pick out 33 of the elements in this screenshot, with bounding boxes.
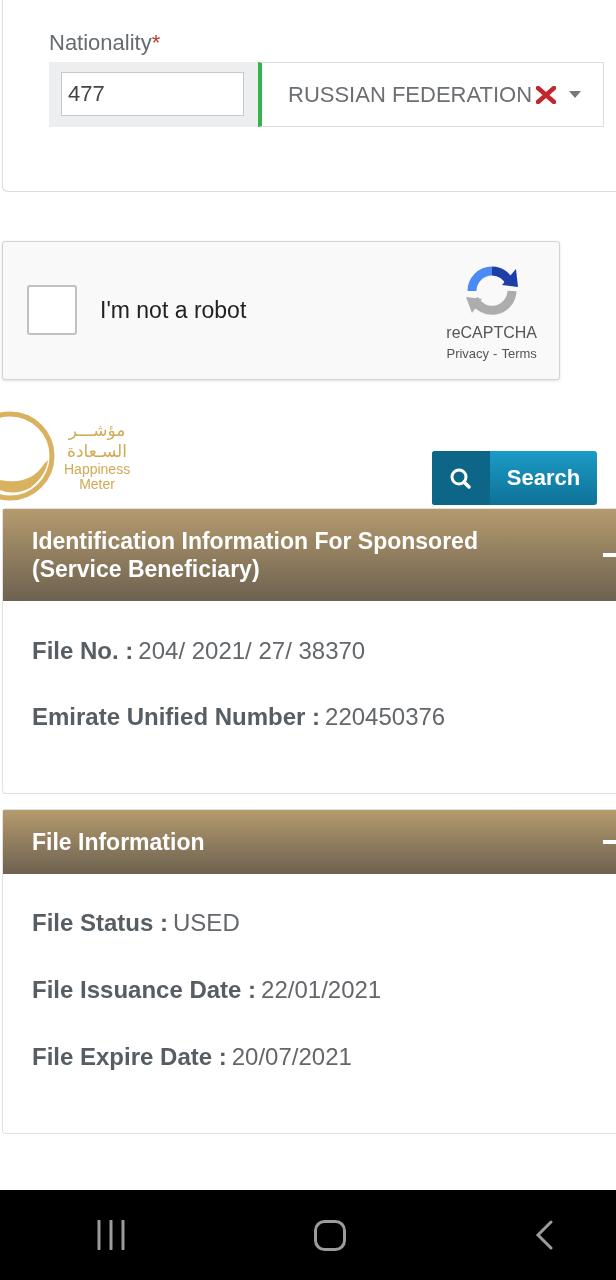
field-label: Nationality xyxy=(49,30,152,56)
logo-arabic-text: السـعادة xyxy=(67,441,128,462)
field-label: File No. : xyxy=(32,636,134,666)
privacy-link[interactable]: Privacy xyxy=(446,344,490,363)
field-label: File Status : xyxy=(32,908,169,938)
clear-icon[interactable] xyxy=(536,85,557,104)
checkbox-label: I'm not a robot xyxy=(100,297,248,324)
back-icon[interactable] xyxy=(535,1220,553,1250)
logo-arabic-text: مؤشـــر xyxy=(68,420,126,441)
panel-title: Identification Information For Sponsored (Service Beneficiary) xyxy=(32,527,479,583)
link-separator: - xyxy=(493,344,498,363)
field-value: USED xyxy=(173,908,240,938)
field-value: 220450376 xyxy=(325,702,446,732)
panel-title: File Information xyxy=(32,828,206,856)
field-label: File Issuance Date : xyxy=(32,975,257,1005)
nationality-select[interactable]: RUSSIAN FEDERATION xyxy=(258,62,604,127)
field-value: 204/ 2021/ 27/ 38370 xyxy=(138,636,366,666)
recent-apps-icon[interactable] xyxy=(97,1220,125,1250)
search-icon xyxy=(432,451,490,505)
field-label: Emirate Unified Number : xyxy=(32,702,321,732)
required-asterisk: * xyxy=(151,30,161,56)
field-value: 22/01/2021 xyxy=(261,975,382,1005)
recaptcha-label: reCAPTCHA xyxy=(446,322,537,343)
field-label: File Expire Date : xyxy=(32,1042,227,1072)
logo-text: Meter xyxy=(79,477,115,492)
logo-text: Happiness xyxy=(64,462,131,477)
field-value: 20/07/2021 xyxy=(231,1042,352,1072)
robot-checkbox[interactable] xyxy=(27,284,77,335)
caret-icon[interactable] xyxy=(569,91,582,98)
home-icon[interactable] xyxy=(314,1219,346,1251)
terms-link[interactable]: Terms xyxy=(501,344,537,363)
code-input[interactable]: 477 xyxy=(61,72,244,116)
search-button[interactable]: Search xyxy=(432,451,597,505)
